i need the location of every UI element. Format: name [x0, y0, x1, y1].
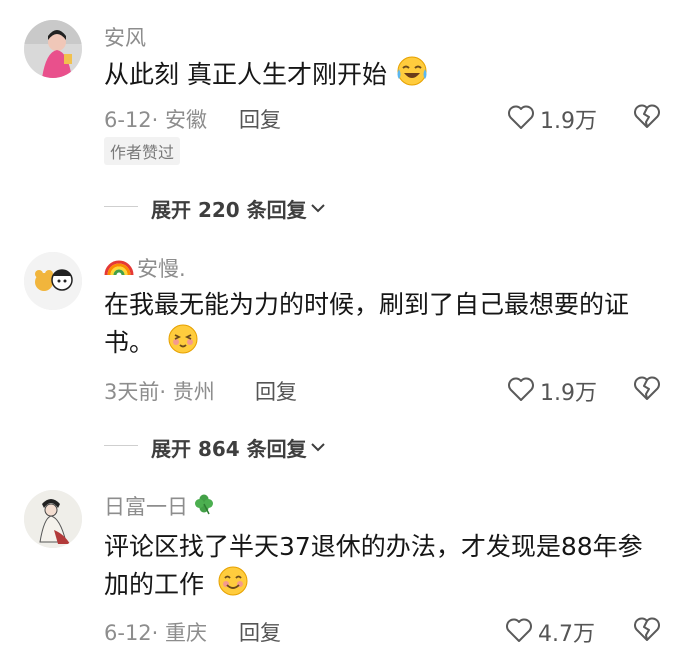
comment-text-line2: 加的工作 [104, 565, 643, 607]
comment-date: 6-12 [104, 108, 152, 132]
comment-date: 6-12 [104, 621, 152, 645]
broken-heart-icon [633, 617, 661, 646]
avatar[interactable] [24, 252, 82, 310]
dislike-button[interactable] [633, 375, 661, 405]
username[interactable]: 日富一日 [104, 491, 216, 521]
avatar[interactable] [24, 490, 82, 548]
comment-meta: 3天前· 贵州 [104, 376, 215, 406]
avatar[interactable] [24, 20, 82, 78]
like-button[interactable]: 1.9万 [507, 375, 597, 407]
divider [104, 206, 138, 207]
meta-dot: · [159, 380, 173, 404]
like-button[interactable]: 1.9万 [507, 103, 597, 135]
comment-text-line2-body: 加的工作 [104, 570, 205, 599]
heart-icon [507, 376, 535, 406]
meta-dot: · [151, 108, 166, 132]
heart-icon [507, 104, 535, 134]
author-liked-badge: 作者赞过 [104, 137, 181, 165]
chevron-down-icon [310, 199, 326, 218]
meta-dot: · [151, 621, 166, 645]
smiling-face-icon [216, 565, 250, 607]
username-text: 日富一日 [104, 495, 188, 519]
reply-button[interactable]: 回复 [239, 104, 281, 134]
expand-replies-label: 展开 220 条回复 [151, 198, 307, 222]
comment-location: 重庆 [165, 621, 208, 645]
like-button[interactable]: 4.7万 [505, 616, 595, 648]
comment-text: 评论区找了半天37退休的办法，才发现是88年参 加的工作 [104, 528, 643, 607]
comment-meta: 6-12· 重庆 [104, 617, 207, 647]
divider [104, 445, 138, 446]
like-count: 4.7万 [538, 622, 595, 647]
comment-text: 在我最无能为力的时候，刷到了自己最想要的证 书。 [104, 286, 629, 365]
expand-replies-button[interactable]: 展开 864 条回复 [151, 433, 326, 462]
reply-button[interactable]: 回复 [255, 376, 297, 406]
reply-button[interactable]: 回复 [239, 617, 281, 647]
four-leaf-clover-icon [192, 492, 216, 521]
username[interactable]: 安风 [104, 22, 146, 52]
dislike-button[interactable] [633, 103, 661, 133]
heart-icon [505, 617, 533, 647]
comment-text-line1: 评论区找了半天37退休的办法，才发现是88年参 [104, 532, 643, 561]
comment-text-line2: 书。 [104, 323, 629, 365]
comment-text-body: 从此刻 真正人生才刚开始 [104, 60, 387, 89]
broken-heart-icon [633, 104, 661, 133]
dislike-button[interactable] [633, 616, 661, 646]
rainbow-icon [104, 255, 134, 282]
comment-location: 贵州 [172, 380, 215, 404]
broken-heart-icon [633, 376, 661, 405]
crying-laughing-face-icon [395, 55, 429, 97]
comment-text-line2-body: 书。 [104, 328, 155, 357]
comment-text-line1: 在我最无能为力的时候，刷到了自己最想要的证 [104, 290, 630, 319]
comment-location: 安徽 [165, 108, 208, 132]
username[interactable]: 安慢. [104, 253, 186, 283]
like-count: 1.9万 [540, 381, 597, 406]
comment-text: 从此刻 真正人生才刚开始 [104, 55, 429, 97]
username-text: 安慢. [137, 257, 186, 281]
like-count: 1.9万 [540, 109, 597, 134]
chevron-down-icon [310, 438, 326, 457]
comment-date: 3天前 [104, 380, 160, 404]
blushing-face-icon [166, 323, 200, 365]
expand-replies-label: 展开 864 条回复 [151, 437, 307, 461]
comment-meta: 6-12· 安徽 [104, 104, 207, 134]
expand-replies-button[interactable]: 展开 220 条回复 [151, 194, 326, 223]
